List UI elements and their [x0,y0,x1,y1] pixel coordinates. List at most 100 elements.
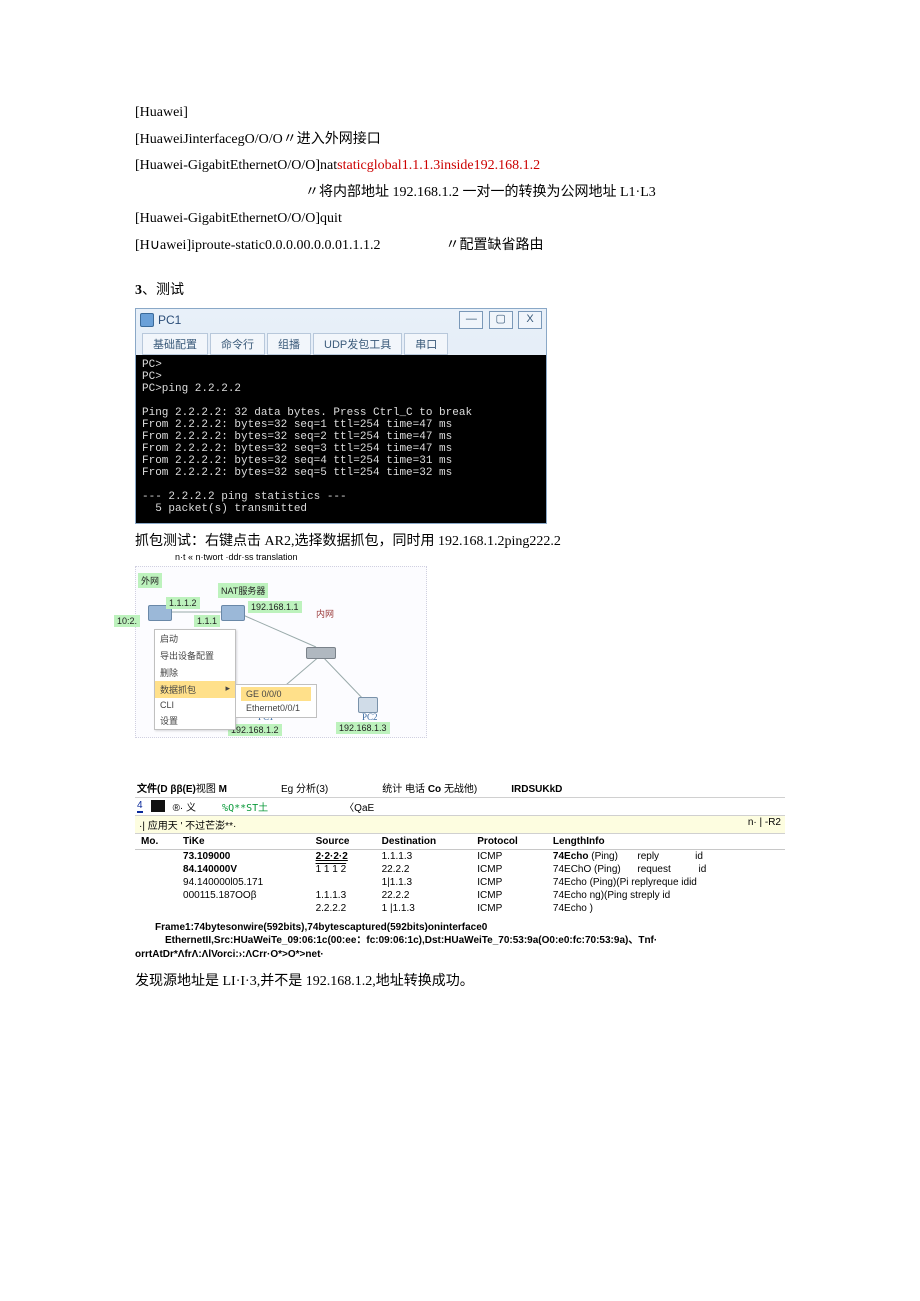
label-ip-111: 1.1.1 [194,615,220,627]
ws-menu-stats[interactable]: 统计 电话 Co 无战他) [382,780,477,795]
cfg-line-3b: staticglobal1.1.1.3inside192.168.1.2 [337,158,540,173]
cell-time: 84.140000V [177,863,310,876]
ws-tool-mid[interactable]: ®· 义 [173,799,196,814]
context-menu: 启动 导出设备配置 删除 数据抓包▸ CLI 设置 GE 0/0/0 Ether… [154,629,236,730]
label-ip-1112: 1.1.1.2 [166,597,200,609]
table-row[interactable]: 000115.187OOβ 1.1.1.3 22.2.2 ICMP 74Echo… [135,889,785,902]
cell-proto: ICMP [471,889,547,902]
ws-filter-right: n· | -R2 [748,817,781,832]
node-ar1[interactable] [221,605,245,621]
cell-time: 000115.187OOβ [177,889,310,902]
chevron-right-icon: ▸ [225,683,230,696]
tab-cli[interactable]: 命令行 [210,333,265,355]
cell-dst: 1|1.1.3 [376,876,472,889]
cfg-line-6a: [H∪awei]iproute-static0.0.0.00.0.0.01.1.… [135,238,380,253]
pc1-window: PC1 — ▢ X 基础配置 命令行 组播 UDP发包工具 串口 PC> PC>… [135,308,547,524]
label-inner-net: 内网 [316,607,334,620]
pc1-window-controls: — ▢ X [457,311,542,329]
cell-proto: ICMP [471,863,547,876]
pc1-icon [140,313,154,327]
cfg-line-5: [Huawei-GigabitEthernetO/O/O]quit [135,206,785,233]
menu-start[interactable]: 启动 [155,630,235,647]
ws-menu-analysis[interactable]: Eg 分析(3) [281,780,328,795]
col-proto[interactable]: Protocol [471,834,547,850]
menu-capture[interactable]: 数据抓包▸ [155,681,235,698]
cfg-line-3a: [Huawei-GigabitEthernetO/O/O]nat [135,158,337,173]
ws-tool-4[interactable]: 4 [137,800,143,813]
close-button[interactable]: X [518,311,542,329]
col-no[interactable]: Mo. [135,834,177,850]
cfg-line-2: [HuaweiJinterfacegO/O/O〃进入外网接口 [135,127,785,154]
cell-info: 74Echo ) [547,902,785,915]
node-pc2[interactable] [358,697,378,713]
wireshark-table: Mo. TiKe Source Destination Protocol Len… [135,834,785,915]
ws-detail-l1: Frame1:74bytesonwire(592bits),74bytescap… [155,921,765,935]
ws-filter-left: ·| 应用天 ' 不过芒澎**· [139,817,236,832]
cell-info: 74Echo (Ping) reply id [547,849,785,863]
pc1-tabs: 基础配置 命令行 组播 UDP发包工具 串口 [136,331,546,355]
wireshark-detail: Frame1:74bytesonwire(592bits),74bytescap… [135,915,785,964]
cell-info: 74Echo ng)(Ping streply id [547,889,785,902]
menu-cli[interactable]: CLI [155,698,235,712]
cell-dst: 22.2.2 [376,889,472,902]
ws-detail-l2: EthernetII,Src:HUaWeiTe_09:06:1c(00:ee：f… [155,934,765,948]
submenu-ge000[interactable]: GE 0/0/0 [241,687,311,701]
table-row[interactable]: 94.140000l05.171 1|1.1.3 ICMP 74Echo (Pi… [135,876,785,889]
wireshark-menu: 文件(D ββ(E)视图 M Eg 分析(3) 统计 电话 Co 无战他) IR… [135,778,785,798]
cfg-line-6: [H∪awei]iproute-static0.0.0.00.0.0.01.1.… [135,233,785,260]
section-3-heading: 3、测试 [135,278,785,305]
label-nat-server: NAT服务器 [218,583,268,598]
maximize-button[interactable]: ▢ [489,311,513,329]
col-time[interactable]: TiKe [177,834,310,850]
table-row[interactable]: 84.140000V 1 1 1 2 22.2.2 ICMP 74EChO (P… [135,863,785,876]
cfg-line-4: 〃将内部地址 192.168.1.2 一对一的转换为公网地址 L1·L3 [135,180,785,207]
submenu-eth001[interactable]: Ethernet0/0/1 [241,701,311,715]
ws-tool-qae[interactable]: 〈QaE [344,799,374,814]
label-ip-19216813: 192.168.1.3 [336,722,390,734]
node-switch[interactable] [306,647,336,659]
ws-tool-green[interactable]: %Q**ST土 [222,799,268,814]
pc1-terminal[interactable]: PC> PC> PC>ping 2.2.2.2 Ping 2.2.2.2: 32… [136,355,546,523]
ws-menu-help[interactable]: IRDSUKkD [511,784,562,795]
label-ip-19216811: 192.168.1.1 [248,601,302,613]
cell-src: 1 1 1 2 [310,863,376,876]
tab-serial[interactable]: 串口 [404,333,448,355]
col-info[interactable]: LengthInfo [547,834,785,850]
cell-src: 1.1.1.3 [310,889,376,902]
cfg-line-1: [Huawei] [135,100,785,127]
col-dst[interactable]: Destination [376,834,472,850]
cell-src: 2.2.2.2 [310,902,376,915]
section-3-title: 、测试 [142,283,184,298]
pc1-titlebar: PC1 — ▢ X [136,309,546,331]
label-outer-net: 外网 [138,573,162,588]
capture-caption: 抓包测试：右键点击 AR2,选择数据抓包，同时用 192.168.1.2ping… [135,530,785,554]
minimize-button[interactable]: — [459,311,483,329]
label-ip-19216812: 192.168.1.2 [228,724,282,736]
tab-multicast[interactable]: 组播 [267,333,311,355]
tab-basic[interactable]: 基础配置 [142,333,208,355]
col-src[interactable]: Source [310,834,376,850]
pc1-title: PC1 [158,313,181,327]
ws-detail-l3: orrtAtDr*ΛfrΛ:ΛlVorci:›:ΛCrr·O*>O*>net· [135,948,765,962]
menu-settings[interactable]: 设置 [155,712,235,729]
cell-dst: 22.2.2 [376,863,472,876]
cell-time: 73.109000 [177,849,310,863]
wireshark-filterbar[interactable]: ·| 应用天 ' 不过芒澎**· n· | -R2 [135,815,785,834]
cell-dst: 1.1.1.3 [376,849,472,863]
table-row[interactable]: 73.109000 2·2·2·2 1.1.1.3 ICMP 74Echo (P… [135,849,785,863]
stop-icon[interactable] [151,800,165,812]
wireshark-toolbar: 4 ®· 义 %Q**ST土 〈QaE [135,798,785,815]
cell-info: 74Echo (Ping)(Pi replyreque idid [547,876,785,889]
cell-dst: 1 |1.1.3 [376,902,472,915]
cell-time [177,902,310,915]
cell-src [310,876,376,889]
ws-menu-file[interactable]: 文件(D ββ(E)视图 M [137,780,227,795]
table-row[interactable]: 2.2.2.2 1 |1.1.3 ICMP 74Echo ) [135,902,785,915]
menu-export[interactable]: 导出设备配置 [155,647,235,664]
cell-proto: ICMP [471,849,547,863]
section-3-number: 3 [135,283,142,298]
menu-delete[interactable]: 删除 [155,664,235,681]
tab-udp[interactable]: UDP发包工具 [313,333,402,355]
wireshark-panel: 文件(D ββ(E)视图 M Eg 分析(3) 统计 电话 Co 无战他) IR… [135,778,785,964]
cell-proto: ICMP [471,902,547,915]
